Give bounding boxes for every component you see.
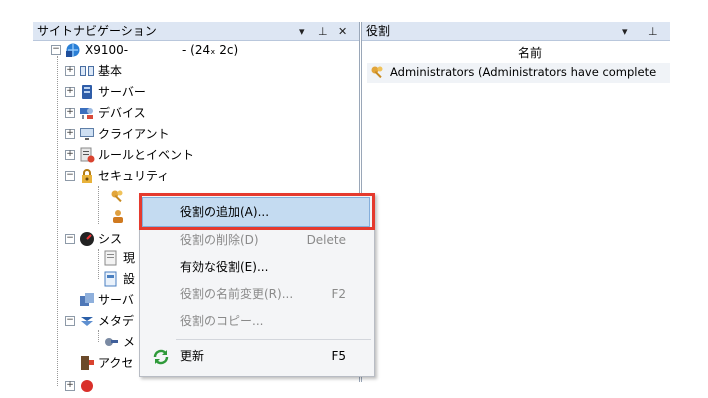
menu-item-shortcut: F5 bbox=[331, 349, 346, 363]
devices-icon bbox=[79, 105, 95, 121]
tree-item-basic-users[interactable] bbox=[38, 207, 123, 225]
dashboard-icon bbox=[79, 231, 95, 247]
tree-item-devices[interactable]: + デバイス bbox=[38, 104, 238, 122]
tree-item-server-logs[interactable]: サーバ bbox=[38, 291, 148, 309]
collapse-icon[interactable]: − bbox=[65, 316, 75, 326]
tree-item-label: サーバ bbox=[98, 293, 134, 307]
security-lock-icon bbox=[79, 168, 95, 184]
access-icon bbox=[79, 355, 95, 371]
tree-item-label: ルールとイベント bbox=[98, 148, 195, 162]
metadata-icon bbox=[79, 313, 95, 329]
dropdown-icon[interactable]: ▾ bbox=[622, 22, 628, 41]
menu-item-label: 更新 bbox=[180, 349, 205, 363]
expand-icon[interactable]: + bbox=[65, 87, 75, 97]
server-logs-icon bbox=[79, 292, 95, 308]
collapse-icon[interactable]: − bbox=[51, 45, 61, 55]
tree-item-label: サーバー bbox=[98, 85, 146, 99]
expand-icon[interactable]: + bbox=[65, 150, 75, 160]
tree-item-metadata-child[interactable]: メ bbox=[38, 333, 148, 351]
menu-item-label: 役割の名前変更(R)... bbox=[180, 287, 294, 301]
tree-item-roles[interactable] bbox=[38, 188, 123, 206]
user-icon bbox=[110, 208, 126, 224]
tree-item-label: アクセ bbox=[98, 356, 134, 370]
tree-item-security[interactable]: − セキュリティ bbox=[38, 167, 238, 185]
tree-item-label: 現 bbox=[123, 251, 136, 265]
rules-icon bbox=[79, 147, 95, 163]
menu-item-label: 有効な役割(E)... bbox=[180, 260, 269, 274]
menu-item-delete-role[interactable]: 役割の削除(D) Delete bbox=[140, 228, 374, 253]
menu-separator bbox=[176, 339, 371, 340]
document-icon bbox=[103, 250, 119, 266]
tree-item-metadata[interactable]: − メタデ bbox=[38, 312, 148, 330]
site-navigation-header: サイトナビゲーション ▾ ⊥ ✕ bbox=[33, 22, 359, 41]
tree-item-clients[interactable]: + クライアント bbox=[38, 125, 238, 143]
report-icon bbox=[103, 271, 119, 287]
roles-title: 役割 bbox=[366, 24, 391, 38]
expand-icon[interactable]: + bbox=[65, 381, 75, 391]
tree-item-basics[interactable]: + 基本 bbox=[38, 62, 238, 80]
tree-item-label: デバイス bbox=[98, 106, 146, 120]
tree-item-current-tasks[interactable]: 現 bbox=[38, 249, 148, 267]
keys-icon bbox=[370, 65, 386, 84]
role-row[interactable]: Administrators (Administrators have comp… bbox=[367, 63, 670, 83]
monitor-icon bbox=[79, 126, 95, 142]
book-icon bbox=[79, 63, 95, 79]
role-label: Administrators (Administrators have comp… bbox=[390, 65, 657, 79]
expand-icon[interactable]: + bbox=[65, 129, 75, 139]
dropdown-icon[interactable]: ▾ bbox=[299, 22, 305, 41]
tree-item-label: シス bbox=[98, 232, 123, 246]
pin-icon[interactable]: ⊥ bbox=[318, 22, 328, 41]
tree-connector bbox=[98, 186, 99, 224]
column-header-name[interactable]: 名前 bbox=[500, 44, 560, 61]
menu-item-label: 役割のコピー... bbox=[180, 314, 264, 328]
close-icon[interactable]: ✕ bbox=[338, 22, 347, 41]
redacted-hostname bbox=[136, 44, 182, 58]
tree-item-system[interactable]: − シス bbox=[38, 230, 148, 248]
menu-item-label: 役割の削除(D) bbox=[180, 233, 259, 247]
root-suffix: - (24ₓ 2c) bbox=[182, 43, 239, 57]
tree-item-label: クライアント bbox=[98, 127, 170, 141]
expand-icon[interactable]: + bbox=[65, 66, 75, 76]
roles-header: 役割 ▾ ⊥ bbox=[362, 22, 670, 41]
server-icon bbox=[79, 84, 95, 100]
collapse-icon[interactable]: − bbox=[65, 171, 75, 181]
menu-item-effective-roles[interactable]: 有効な役割(E)... bbox=[140, 255, 374, 280]
alarm-icon bbox=[79, 378, 95, 394]
menu-item-refresh[interactable]: 更新 F5 bbox=[140, 344, 374, 369]
expand-icon[interactable]: + bbox=[65, 108, 75, 118]
emphasis-box bbox=[139, 193, 375, 230]
tree-item-rules-events[interactable]: + ルールとイベント bbox=[38, 146, 238, 164]
tree-item-label: メタデ bbox=[98, 314, 135, 328]
tree-item-label: 基本 bbox=[98, 64, 123, 78]
tree-item-label: 設 bbox=[123, 272, 136, 286]
refresh-icon bbox=[152, 348, 170, 375]
root-prefix: X9100- bbox=[85, 43, 129, 57]
menu-item-rename-role[interactable]: 役割の名前変更(R)... F2 bbox=[140, 282, 374, 307]
site-navigation-title: サイトナビゲーション bbox=[37, 24, 157, 38]
tree-item-alarms[interactable]: + bbox=[38, 375, 148, 398]
tree-item-configuration[interactable]: 設 bbox=[38, 270, 148, 288]
site-globe-icon bbox=[65, 42, 81, 58]
menu-item-copy-role[interactable]: 役割のコピー... bbox=[140, 309, 374, 334]
tree-item-access[interactable]: アクセ bbox=[38, 354, 148, 372]
menu-item-shortcut: Delete bbox=[306, 233, 346, 247]
pin-icon[interactable]: ⊥ bbox=[648, 22, 658, 41]
menu-item-shortcut: F2 bbox=[331, 287, 346, 301]
tree-item-label: セキュリティ bbox=[98, 169, 170, 183]
keys-icon bbox=[110, 189, 126, 205]
metadata-child-icon bbox=[103, 334, 119, 350]
tree-item-servers[interactable]: + サーバー bbox=[38, 83, 238, 101]
tree-item-label: メ bbox=[123, 335, 136, 349]
collapse-icon[interactable]: − bbox=[65, 234, 75, 244]
